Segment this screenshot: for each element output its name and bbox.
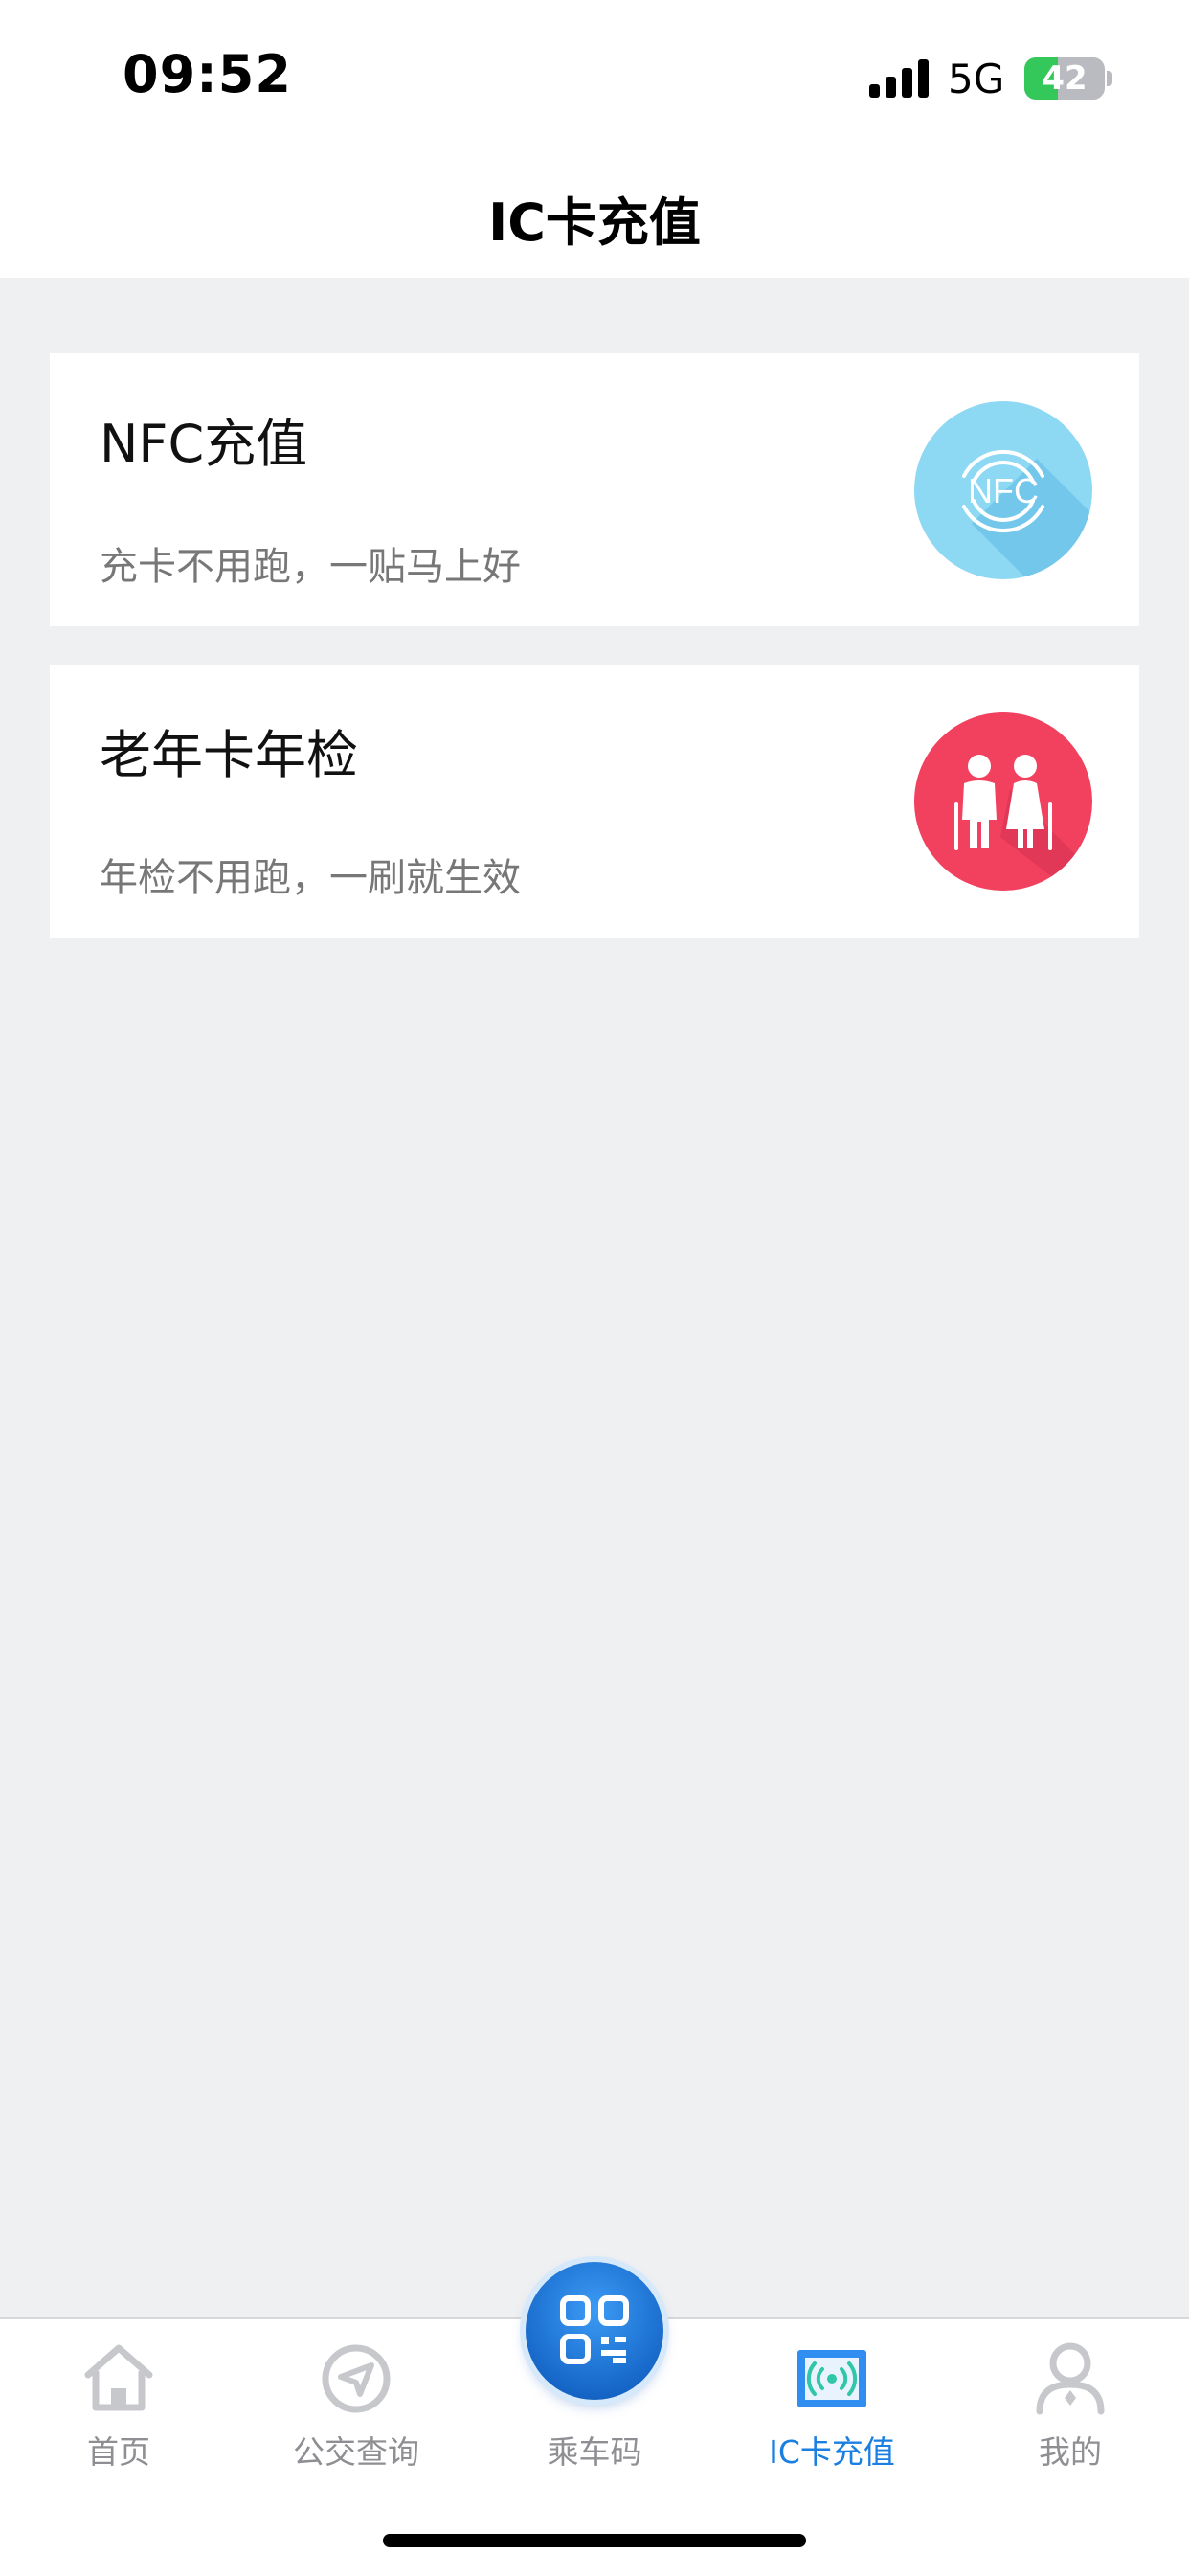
- card-subtitle: 年检不用跑，一刷就生效: [100, 856, 521, 900]
- profile-icon: [1036, 2342, 1105, 2415]
- battery-percent: 42: [1042, 59, 1088, 98]
- page-title: IC卡充值: [488, 192, 701, 253]
- tab-profile[interactable]: 我的: [952, 2319, 1189, 2492]
- battery-icon: 42: [1024, 57, 1105, 100]
- tab-bus-query[interactable]: 公交查询: [237, 2319, 475, 2492]
- qr-code-icon: [560, 2295, 629, 2364]
- elderly-card-inspection-card[interactable]: 老年卡年检 年检不用跑，一刷就生效: [50, 665, 1139, 938]
- tab-label: 乘车码: [547, 2433, 642, 2471]
- home-icon: [84, 2344, 153, 2411]
- navigate-icon: [322, 2344, 391, 2413]
- network-type: 5G: [948, 56, 1005, 102]
- status-time: 09:52: [123, 44, 292, 104]
- tab-ic-card-recharge[interactable]: IC卡充值: [713, 2319, 951, 2492]
- navigation-bar: IC卡充值: [0, 144, 1189, 278]
- card-subtitle: 充卡不用跑，一贴马上好: [100, 545, 521, 589]
- nfc-icon: NFC: [914, 401, 1092, 579]
- ride-code-qr-button[interactable]: [526, 2262, 663, 2400]
- card-title: 老年卡年检: [100, 725, 358, 785]
- status-bar: 09:52 5G 42: [0, 0, 1189, 144]
- elderly-couple-icon: [914, 712, 1092, 891]
- card-title: NFC充值: [100, 414, 308, 474]
- tab-label: 首页: [87, 2433, 150, 2471]
- nfc-recharge-card[interactable]: NFC充值 充卡不用跑，一贴马上好 NFC: [50, 353, 1139, 626]
- svg-text:NFC: NFC: [968, 471, 1039, 510]
- tab-label: 公交查询: [293, 2433, 419, 2471]
- home-indicator: [383, 2534, 806, 2547]
- battery-tip: [1107, 71, 1112, 86]
- nfc-card-icon: [797, 2350, 866, 2407]
- tab-label: IC卡充值: [769, 2433, 895, 2471]
- tab-home[interactable]: 首页: [0, 2319, 237, 2492]
- tab-label: 我的: [1039, 2433, 1102, 2471]
- cellular-signal-icon: [869, 59, 931, 98]
